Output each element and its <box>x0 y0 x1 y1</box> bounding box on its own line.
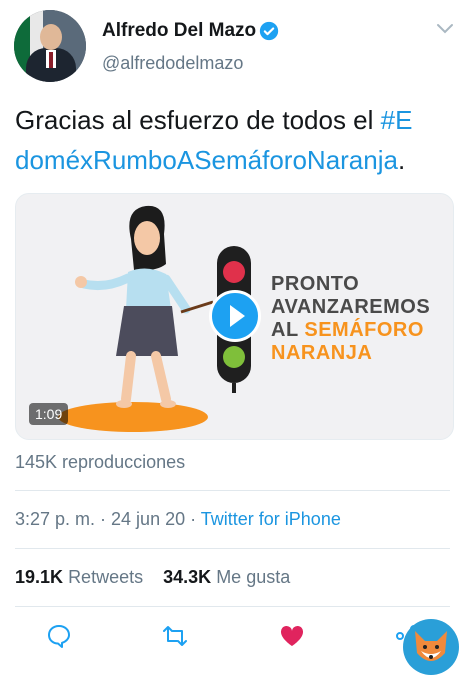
video-title-overlay: PRONTO AVANZAREMOS AL SEMÁFORO NARANJA <box>271 273 430 365</box>
divider <box>15 606 450 607</box>
video-title-line2: AVANZAREMOS <box>271 296 431 318</box>
user-name[interactable]: Alfredo Del Mazo <box>102 20 256 42</box>
likes-stat[interactable]: 34.3K Me gusta <box>163 567 290 587</box>
tweet-stats: 19.1K Retweets 34.3K Me gusta <box>15 567 290 588</box>
video-title-line4: NARANJA <box>271 342 373 364</box>
retweets-label: Retweets <box>68 567 144 587</box>
divider <box>15 490 450 491</box>
like-icon[interactable] <box>279 623 305 649</box>
tweet-meta: 3:27 p. m. · 24 jun 20 · Twitter for iPh… <box>15 509 341 530</box>
video-player[interactable]: PRONTO AVANZAREMOS AL SEMÁFORO NARANJA 1… <box>15 193 454 440</box>
chevron-down-icon[interactable] <box>436 22 454 36</box>
play-button[interactable] <box>209 290 261 342</box>
divider <box>15 548 450 549</box>
user-handle[interactable]: @alfredodelmazo <box>102 53 243 74</box>
tweet-text: Gracias al esfuerzo de todos el #E doméx… <box>15 100 455 180</box>
hashtag-link-part1[interactable]: #E <box>381 105 413 135</box>
video-title-line3-prefix: AL <box>271 319 305 341</box>
tweet-text-end: . <box>397 145 406 175</box>
retweets-stat[interactable]: 19.1K Retweets <box>15 567 143 587</box>
likes-count: 34.3K <box>163 567 212 587</box>
retweet-icon[interactable] <box>162 623 188 649</box>
reply-icon[interactable] <box>46 623 72 649</box>
tweet-header: Alfredo Del Mazo @alfredodelmazo <box>0 0 463 90</box>
avatar[interactable] <box>14 10 86 82</box>
likes-label: Me gusta <box>216 567 291 587</box>
video-title-line1: PRONTO <box>271 273 360 295</box>
video-title-line3-highlight: SEMÁFORO <box>304 319 424 341</box>
fox-logo-icon <box>403 619 459 675</box>
action-bar <box>0 615 463 655</box>
tweet-text-body: Gracias al esfuerzo de todos el <box>15 105 381 135</box>
hashtag-link-part2[interactable]: doméxRumboASemáforoNaranja <box>15 145 398 175</box>
video-duration: 1:09 <box>29 403 69 425</box>
retweets-count: 19.1K <box>15 567 64 587</box>
view-count: 145K reproducciones <box>15 452 186 472</box>
tweet-timestamp[interactable]: 3:27 p. m. · 24 jun 20 · <box>15 509 201 529</box>
verified-badge-icon <box>259 21 279 41</box>
tweet-client-link[interactable]: Twitter for iPhone <box>201 509 341 529</box>
